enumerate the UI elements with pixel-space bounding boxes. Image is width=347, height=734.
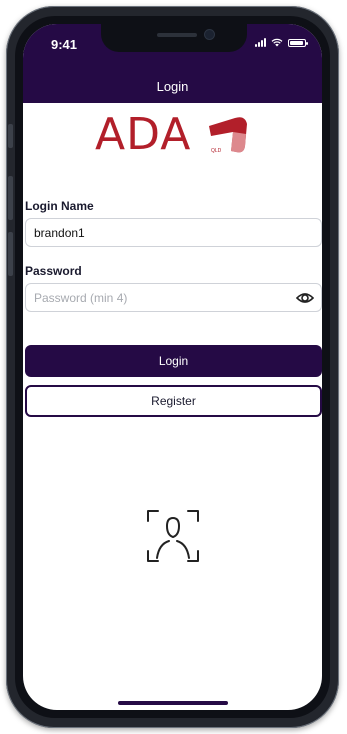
notch	[101, 24, 247, 52]
password-input[interactable]	[34, 290, 313, 305]
svg-text:QLD: QLD	[211, 148, 222, 154]
status-time: 9:41	[51, 37, 78, 52]
side-button-volume-down	[8, 232, 13, 276]
ada-logo: ADA QLD	[95, 110, 255, 162]
battery-icon	[288, 39, 308, 47]
register-button-label: Register	[151, 394, 196, 408]
login-button-label: Login	[158, 354, 189, 368]
side-button-silent	[8, 124, 13, 148]
signal-icon	[255, 38, 266, 47]
side-button-volume-up	[8, 176, 13, 220]
status-bar: 9:41	[23, 24, 322, 70]
home-indicator[interactable]	[118, 701, 228, 705]
register-button[interactable]: Register	[25, 385, 322, 417]
ada-logo-mark: QLD	[209, 117, 247, 154]
status-icons	[255, 38, 308, 47]
password-field[interactable]	[25, 283, 322, 312]
logo-text: ADA	[95, 109, 192, 160]
wifi-icon	[271, 38, 283, 47]
nav-bar: Login	[23, 70, 322, 103]
page-title: Login	[156, 79, 189, 94]
face-id-icon[interactable]	[145, 508, 201, 564]
front-camera	[205, 30, 214, 39]
eye-icon[interactable]	[296, 290, 314, 306]
login-name-field[interactable]	[25, 218, 322, 247]
login-button[interactable]: Login	[25, 345, 322, 377]
password-label: Password	[25, 264, 82, 278]
login-name-label: Login Name	[25, 199, 94, 213]
speaker-grille	[157, 33, 197, 37]
login-name-input[interactable]	[34, 225, 313, 240]
